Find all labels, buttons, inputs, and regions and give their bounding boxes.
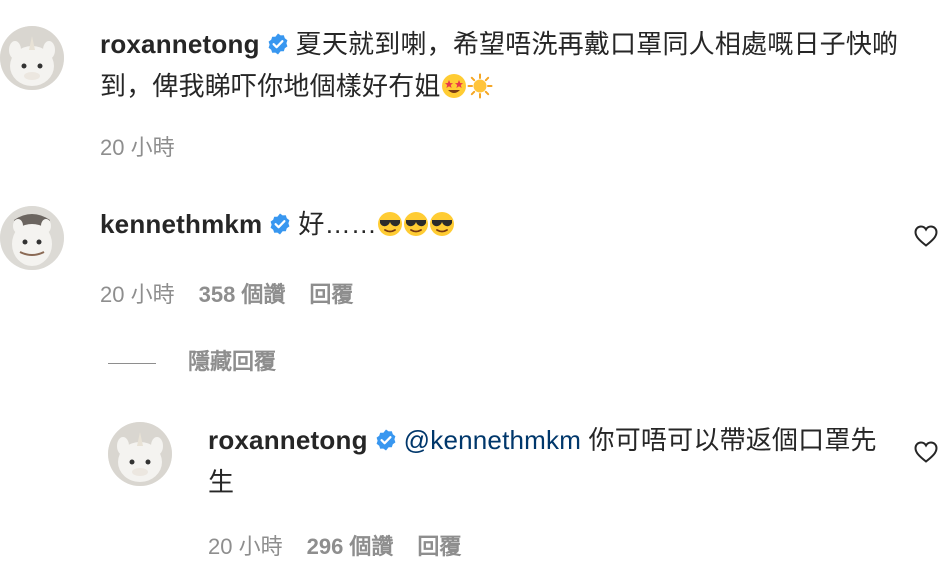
timestamp[interactable]: 20 小時	[100, 282, 175, 307]
unicorn-avatar-icon	[0, 26, 64, 90]
username[interactable]: roxannetong	[208, 425, 368, 455]
star-struck-emoji	[441, 71, 467, 110]
timestamp[interactable]: 20 小時	[100, 135, 175, 160]
like-count[interactable]: 358 個讚	[199, 282, 286, 307]
divider	[108, 362, 156, 364]
verified-badge-icon	[268, 208, 292, 247]
hide-replies-button[interactable]: 隱藏回覆	[108, 344, 276, 376]
reply-button[interactable]: 回覆	[417, 534, 461, 559]
avatar[interactable]	[0, 26, 64, 90]
comment-meta: 20 小時 358 個讚 回覆	[100, 277, 377, 309]
reply-body: roxannetong @kennethmkm 你可唔可以帶返個口罩先生	[208, 421, 888, 502]
sunglasses-emoji	[403, 209, 429, 248]
timestamp[interactable]: 20 小時	[208, 534, 283, 559]
sunglasses-emoji	[429, 209, 455, 248]
avatar[interactable]	[108, 422, 172, 486]
verified-badge-icon	[266, 28, 290, 67]
username[interactable]: kennethmkm	[100, 209, 262, 239]
comment-meta: 20 小時	[100, 130, 199, 162]
like-count[interactable]: 296 個讚	[307, 534, 394, 559]
avatar[interactable]	[0, 206, 64, 270]
mention-link[interactable]: @kennethmkm	[404, 425, 581, 455]
comment-text: 好……	[298, 209, 377, 239]
sun-emoji	[467, 71, 493, 110]
horse-avatar-icon	[0, 206, 64, 270]
hide-replies-label: 隱藏回覆	[188, 349, 277, 374]
heart-icon[interactable]	[914, 225, 938, 252]
username[interactable]: roxannetong	[100, 29, 260, 59]
reply-meta: 20 小時 296 個讚 回覆	[208, 529, 485, 561]
comment-body: kennethmkm 好……	[100, 205, 880, 248]
heart-icon[interactable]	[914, 441, 938, 468]
reply-button[interactable]: 回覆	[309, 282, 353, 307]
sunglasses-emoji	[377, 209, 403, 248]
unicorn-avatar-icon	[108, 422, 172, 486]
verified-badge-icon	[374, 424, 398, 463]
comment-body: roxannetong 夏天就到喇，希望唔洗再戴口罩同人相處嘅日子快啲到，俾我睇吓…	[100, 25, 930, 110]
